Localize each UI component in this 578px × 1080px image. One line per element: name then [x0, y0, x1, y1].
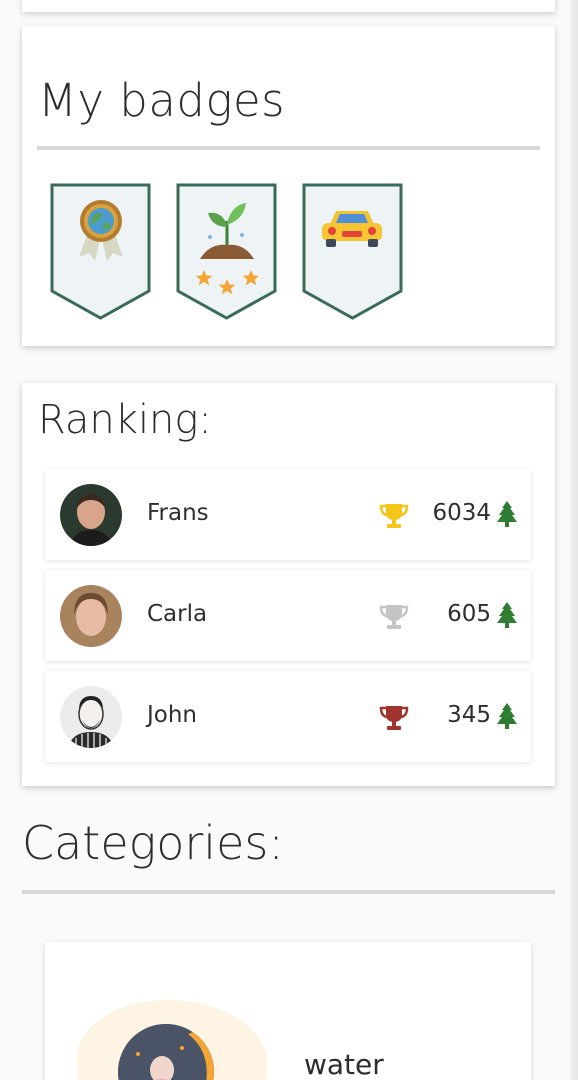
pine-tree-icon: [497, 703, 517, 729]
badges-divider: [37, 146, 540, 150]
badge-frame: [302, 183, 403, 320]
ranking-score: 345: [447, 702, 491, 728]
scroll-edge: [570, 0, 578, 1080]
category-card-water[interactable]: water: [45, 942, 531, 1080]
avatar-image: [60, 585, 122, 647]
previous-card: [22, 0, 555, 12]
avatar: [60, 585, 122, 647]
badges-title: My badges: [38, 74, 286, 127]
badge-sprouting-plant[interactable]: [176, 183, 277, 321]
badges-card: My badges: [22, 26, 555, 346]
gold-trophy-icon: [379, 504, 409, 528]
ranking-card: Ranking: Frans 6034 Carla 605 John 345: [22, 383, 555, 786]
category-label: water: [304, 1048, 384, 1080]
ranking-row[interactable]: Frans 6034: [45, 469, 531, 560]
app-page: My badges Ranking: Frans 6034 Carla 605 …: [0, 0, 578, 1080]
badge-earth-award[interactable]: [50, 183, 151, 321]
ranking-title: Ranking:: [38, 397, 212, 443]
ranking-name: Carla: [147, 601, 208, 627]
silver-trophy-icon: [379, 605, 409, 629]
yellow-car-icon: [322, 211, 382, 247]
ranking-name: John: [147, 702, 198, 728]
avatar: [60, 686, 122, 748]
ranking-score: 605: [447, 601, 491, 627]
categories-title: Categories:: [22, 816, 284, 870]
earth-award-ribbon-icon: [79, 200, 123, 261]
pine-tree-icon: [497, 501, 517, 527]
avatar-image: [60, 484, 122, 546]
ranking-name: Frans: [147, 500, 209, 526]
categories-divider: [22, 890, 555, 894]
badge-car[interactable]: [302, 183, 403, 321]
sprouting-plant-stars-icon: [196, 203, 258, 295]
pine-tree-icon: [497, 602, 517, 628]
avatar: [60, 484, 122, 546]
avatar-image: [60, 686, 122, 748]
bronze-trophy-icon: [379, 706, 409, 730]
ranking-row[interactable]: John 345: [45, 671, 531, 762]
ranking-row[interactable]: Carla 605: [45, 570, 531, 661]
ranking-score: 6034: [432, 500, 491, 526]
